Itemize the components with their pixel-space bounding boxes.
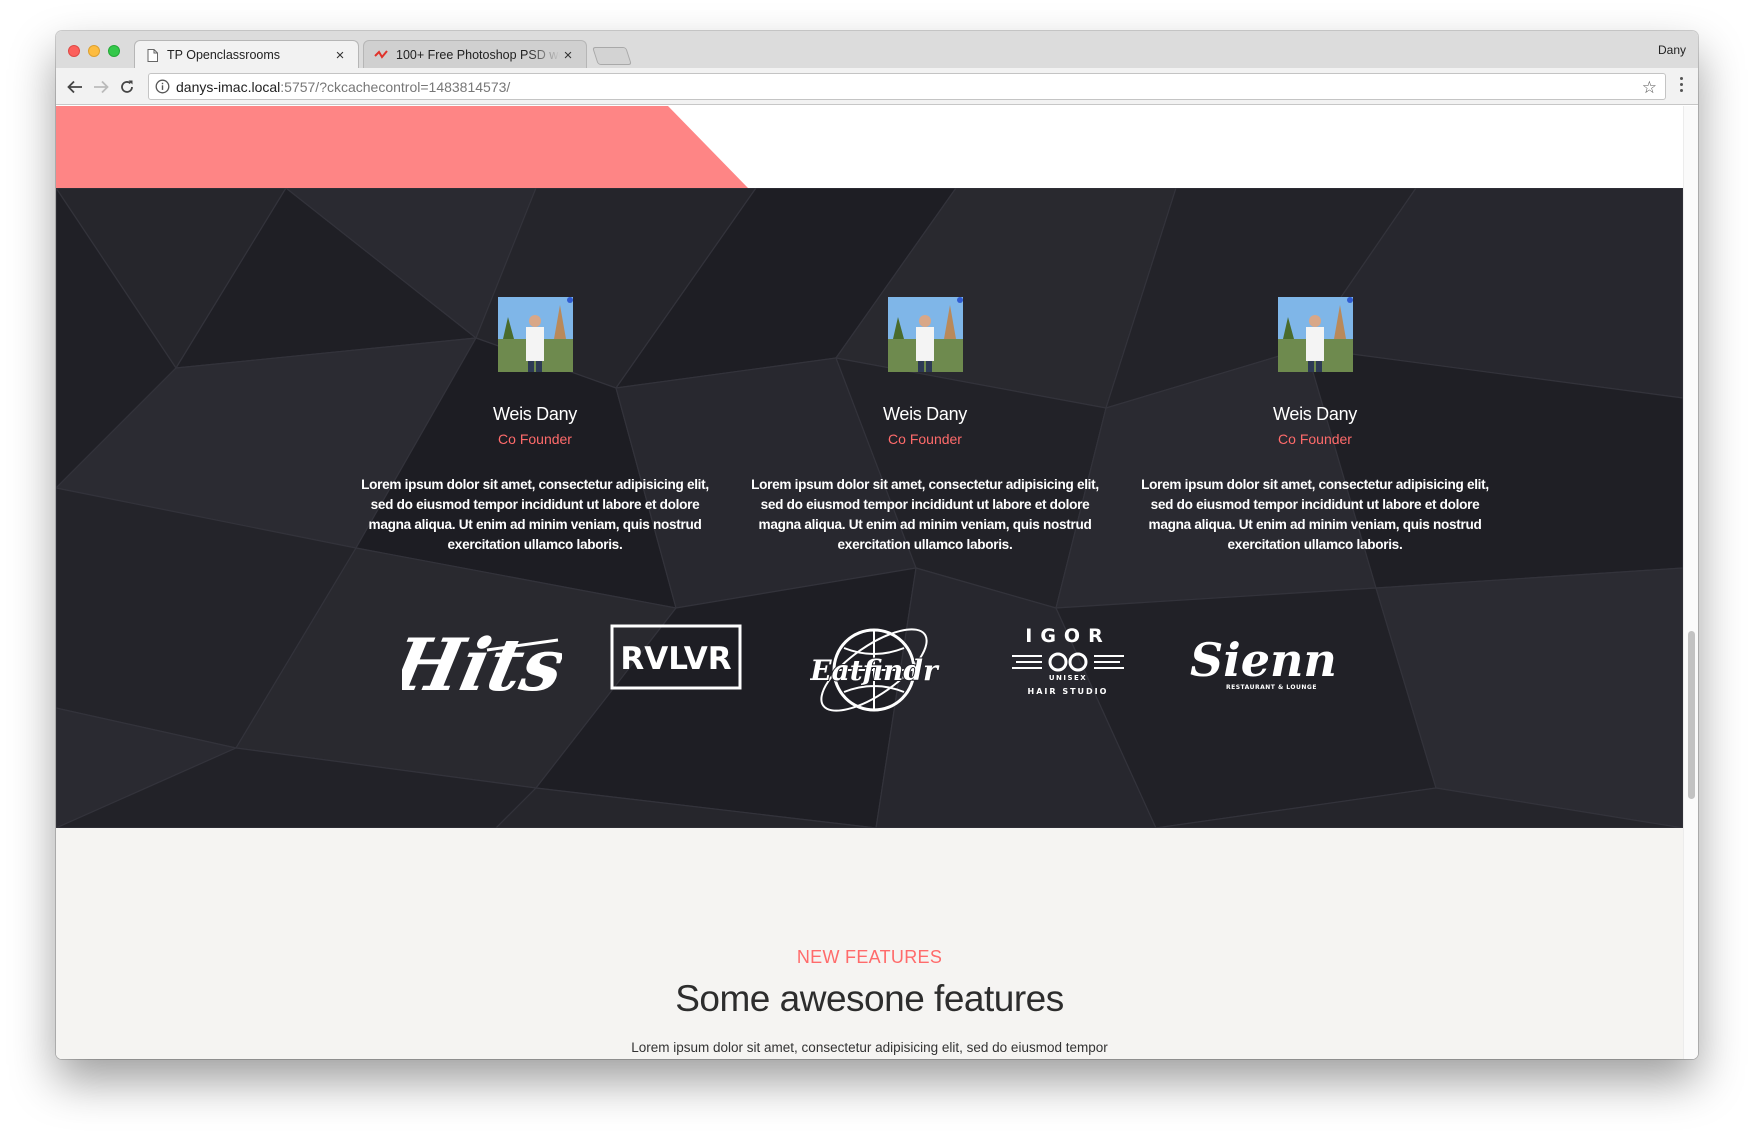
avatar [1277,297,1353,372]
sienna-tag-text: RESTAURANT & LOUNGE [1226,684,1317,691]
igor-logo-text: IGOR [1025,625,1110,647]
minimize-window-button[interactable] [88,45,100,57]
igor-sub-text: UNISEX [1049,674,1087,682]
features-text: Lorem ipsum dolor sit amet, consectetur … [631,1040,1108,1055]
url-host: danys-imac.local [176,78,281,95]
browser-window: TP Openclassrooms × 100+ Free Photoshop … [56,31,1698,1059]
tab-close-icon[interactable]: × [332,47,348,64]
tab-close-icon[interactable]: × [560,47,576,64]
maximize-window-button[interactable] [108,45,120,57]
rvlvr-logo-text: RVLVR [620,641,731,677]
member-bio: Lorem ipsum dolor sit amet, consectetur … [361,477,709,552]
eatfindr-logo-text: Eatfindr [810,654,940,687]
hits-logo: Hits [402,624,562,708]
igor-logo: IGOR UNISEX HAIR STUDIO [1012,625,1124,696]
reload-icon[interactable] [116,76,138,98]
member-name: Weis Dany [1273,404,1357,424]
tab-label: 100+ Free Photoshop PSD web [396,48,560,62]
info-icon[interactable] [155,79,170,94]
team-member-card: Weis Dany Co Founder Lorem ipsum dolor s… [1135,297,1495,555]
address-bar[interactable]: danys-imac.local:5757/?ckcachecontrol=14… [148,73,1666,100]
member-name: Weis Dany [883,404,967,424]
browser-menu-icon[interactable] [1680,77,1684,95]
document-icon [145,48,159,62]
rvlvr-logo: RVLVR [610,624,742,690]
hits-logo-text: Hits [402,624,562,708]
features-kicker: NEW FEATURES [796,947,943,967]
tab-label: TP Openclassrooms [167,48,281,62]
member-bio: Lorem ipsum dolor sit amet, consectetur … [1141,477,1489,552]
close-window-button[interactable] [68,45,80,57]
avatar [497,297,573,372]
sienna-logo: Sienna RESTAURANT & LOUNGE [1190,633,1336,691]
site-favicon-icon [374,48,388,62]
page-viewport: Weis Dany Co Founder Lorem ipsum dolor s… [56,106,1698,1059]
tab-tp-openclassrooms[interactable]: TP Openclassrooms × [134,40,359,69]
tab-photoshop-psd[interactable]: 100+ Free Photoshop PSD web × [363,40,587,69]
team-member-card: Weis Dany Co Founder Lorem ipsum dolor s… [355,297,715,555]
member-bio: Lorem ipsum dolor sit amet, consectetur … [751,477,1099,552]
eatfindr-logo: Eatfindr [810,628,940,712]
member-role: Co Founder [1278,431,1352,447]
client-logos: Hits RVLVR Eatfindr IGOR UNISEX HAIR STU… [56,618,1683,738]
igor-tag-text: HAIR STUDIO [1028,687,1109,696]
hero-bottom-strip [56,106,1683,188]
features-title: Some awesone features [675,978,1064,1019]
profile-name[interactable]: Dany [1658,43,1686,57]
member-role: Co Founder [888,431,962,447]
forward-arrow-icon[interactable] [90,76,112,98]
features-section: NEW FEATURES Some awesone features Lorem… [56,828,1683,1059]
bookmark-star-icon[interactable]: ☆ [1642,78,1657,98]
scrollbar-thumb[interactable] [1688,631,1695,799]
member-name: Weis Dany [493,404,577,424]
team-section: Weis Dany Co Founder Lorem ipsum dolor s… [56,188,1683,828]
back-arrow-icon[interactable] [64,76,86,98]
title-bar: TP Openclassrooms × 100+ Free Photoshop … [56,31,1698,69]
browser-toolbar: danys-imac.local:5757/?ckcachecontrol=14… [56,68,1698,105]
member-role: Co Founder [498,431,572,447]
url-path: :5757/?ckcachecontrol=1483814573/ [280,78,511,95]
team-member-card: Weis Dany Co Founder Lorem ipsum dolor s… [745,297,1105,555]
avatar [887,297,963,372]
page-scrollbar[interactable] [1683,106,1698,1059]
new-tab-button[interactable] [592,47,632,65]
sienna-logo-text: Sienna [1190,633,1336,687]
